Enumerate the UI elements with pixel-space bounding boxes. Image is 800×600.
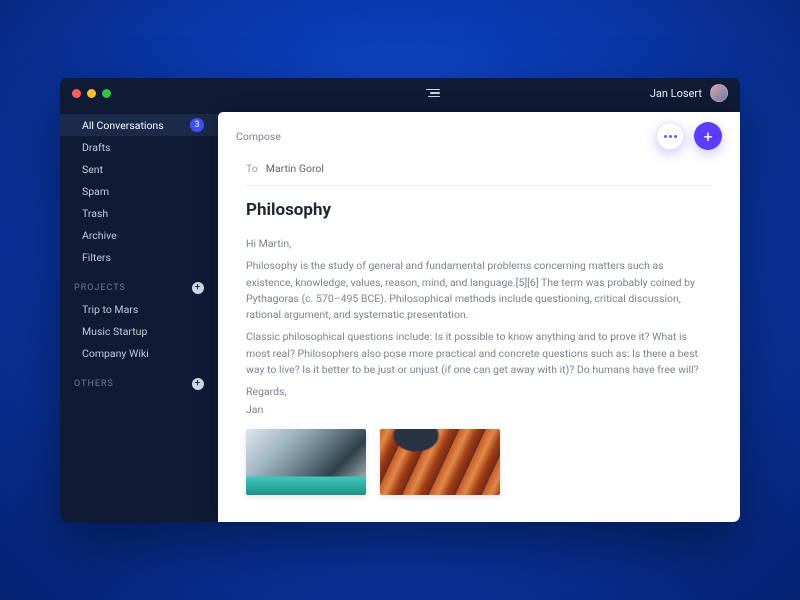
add-project-icon[interactable]: + [192,282,204,294]
section-label: Projects [74,283,126,293]
compose-actions: + [656,122,722,150]
sidebar-item-label: Sent [82,163,103,176]
section-label: Others [74,379,114,389]
message-body[interactable]: Hi Martin, Philosophy is the study of ge… [246,236,712,419]
sidebar-item-all-conversations[interactable]: All Conversations 3 [60,114,218,136]
user-block[interactable]: Jan Losert [650,84,728,102]
avatar [710,84,728,102]
subject[interactable]: Philosophy [246,186,712,230]
compose-title: Compose [236,130,281,143]
signature: Jan [246,402,712,418]
sidebar-item-drafts[interactable]: Drafts [60,136,218,158]
username-label: Jan Losert [650,87,702,100]
attachment-thumb[interactable] [380,429,500,495]
app-body: All Conversations 3 Drafts Sent Spam Tra… [60,108,740,522]
to-row[interactable]: To Martin Gorol [246,158,712,186]
sidebar-item-music-startup[interactable]: Music Startup [60,320,218,342]
projects-heading: Projects + [60,282,218,294]
app-window: Jan Losert All Conversations 3 Drafts Se… [60,78,740,522]
maximize-icon[interactable] [102,89,111,98]
more-button[interactable] [656,122,684,150]
sidebar-item-company-wiki[interactable]: Company Wiki [60,342,218,364]
regards: Regards, [246,384,712,400]
to-value: Martin Gorol [266,162,324,175]
sidebar-item-label: Company Wiki [82,347,149,360]
sidebar-item-spam[interactable]: Spam [60,180,218,202]
add-button[interactable]: + [694,122,722,150]
sidebar-item-filters[interactable]: Filters [60,246,218,268]
sidebar-item-sent[interactable]: Sent [60,158,218,180]
sidebar-item-label: Drafts [82,141,110,154]
titlebar: Jan Losert [60,78,740,108]
sidebar-item-label: Filters [82,251,111,264]
compose-body[interactable]: To Martin Gorol Philosophy Hi Martin, Ph… [218,156,740,511]
window-controls [72,89,111,98]
attachment-thumb[interactable] [246,429,366,495]
minimize-icon[interactable] [87,89,96,98]
sidebar: All Conversations 3 Drafts Sent Spam Tra… [60,108,218,522]
sidebar-item-label: Music Startup [82,325,147,338]
sidebar-item-trip-to-mars[interactable]: Trip to Mars [60,298,218,320]
unread-badge: 3 [190,118,204,132]
sidebar-item-label: All Conversations [82,119,164,132]
greeting: Hi Martin, [246,236,712,252]
sidebar-item-label: Archive [82,229,117,242]
sidebar-item-label: Trash [82,207,108,220]
sidebar-item-archive[interactable]: Archive [60,224,218,246]
compose-panel: Compose + To Martin Gorol Philosophy [218,112,740,522]
sidebar-item-label: Spam [82,185,109,198]
paragraph: Classic philosophical questions include:… [246,329,712,378]
attachments [246,429,712,495]
close-icon[interactable] [72,89,81,98]
sidebar-item-trash[interactable]: Trash [60,202,218,224]
compose-header: Compose + [218,112,740,156]
plus-icon: + [703,127,712,146]
paragraph: Philosophy is the study of general and f… [246,258,712,323]
add-other-icon[interactable]: + [192,378,204,390]
others-heading: Others + [60,378,218,390]
to-label: To [246,162,258,175]
more-icon [664,135,677,138]
sidebar-item-label: Trip to Mars [82,303,138,316]
menu-icon[interactable] [426,89,440,98]
